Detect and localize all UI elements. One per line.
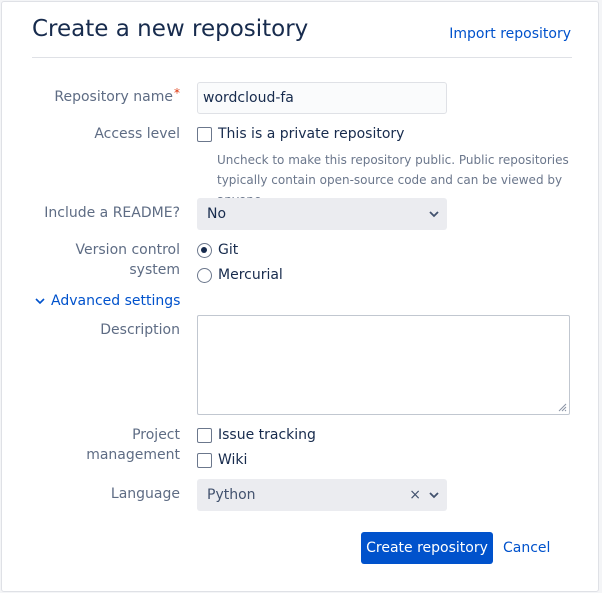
wiki-row[interactable]: Wiki (197, 450, 247, 470)
page-title: Create a new repository (32, 16, 309, 42)
resize-grip-icon[interactable] (558, 403, 567, 412)
vcs-label-line1: Version control (75, 242, 180, 258)
language-selected-value: Python (207, 487, 256, 503)
mercurial-label: Mercurial (218, 267, 283, 283)
import-repository-link[interactable]: Import repository (449, 26, 571, 42)
vcs-option-mercurial[interactable]: Mercurial (197, 265, 283, 285)
issue-tracking-row[interactable]: Issue tracking (197, 425, 316, 445)
project-mgmt-label-line1: Project (132, 427, 180, 443)
repo-name-input[interactable]: wordcloud-fa (197, 82, 447, 114)
mercurial-radio[interactable] (197, 267, 212, 283)
create-repository-button[interactable]: Create repository (361, 532, 493, 564)
description-label: Description (100, 322, 180, 338)
clear-icon[interactable]: × (409, 479, 421, 511)
chevron-down-icon (429, 492, 439, 499)
private-repo-label: This is a private repository (218, 126, 405, 142)
issue-tracking-checkbox[interactable] (197, 427, 212, 443)
project-mgmt-label-line2: management (86, 447, 180, 463)
private-repo-checkbox[interactable] (197, 126, 212, 142)
cancel-link[interactable]: Cancel (503, 532, 550, 564)
chevron-down-icon (35, 298, 45, 305)
required-marker: * (174, 86, 180, 100)
issue-tracking-label: Issue tracking (218, 427, 316, 443)
advanced-settings-label: Advanced settings (51, 293, 181, 309)
advanced-settings-toggle[interactable]: Advanced settings (35, 291, 180, 311)
wiki-label: Wiki (218, 452, 248, 468)
vcs-label-line2: system (129, 262, 180, 278)
readme-label: Include a README? (44, 205, 180, 221)
chevron-down-icon (429, 211, 439, 218)
repo-name-label: Repository name* (54, 86, 180, 107)
git-radio[interactable] (197, 242, 212, 258)
access-level-label: Access level (94, 126, 180, 142)
repo-name-label-text: Repository name (54, 89, 173, 105)
git-label: Git (218, 242, 239, 258)
readme-selected-value: No (207, 206, 227, 222)
description-textarea[interactable] (197, 315, 570, 415)
dialog-header: Create a new repository Import repositor… (32, 2, 572, 58)
wiki-checkbox[interactable] (197, 452, 212, 468)
language-select[interactable]: Python × (197, 479, 447, 511)
readme-select[interactable]: No (197, 198, 447, 230)
vcs-option-git[interactable]: Git (197, 240, 238, 260)
create-repository-dialog: Create a new repository Import repositor… (1, 1, 599, 592)
language-label: Language (110, 486, 180, 502)
private-repo-checkbox-row[interactable]: This is a private repository (197, 124, 404, 144)
